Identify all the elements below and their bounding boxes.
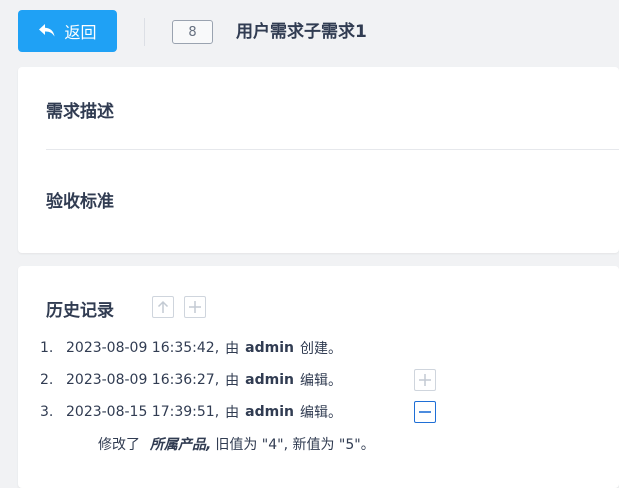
- entry-by: 由: [225, 373, 240, 389]
- history-entry: 2. 2023-08-09 16:36:27, 由 admin 编辑。: [40, 368, 436, 392]
- entry-actor: admin: [245, 372, 294, 388]
- story-id-badge: 8: [172, 20, 213, 44]
- back-arrow-icon: [38, 23, 56, 39]
- plus-icon: [418, 373, 432, 387]
- history-panel: 历史记录 1. 2023-08-09 16:35:42, 由 admin 创建。…: [18, 266, 619, 488]
- section-divider: [46, 149, 619, 150]
- collapse-entry-button[interactable]: [414, 401, 436, 423]
- acceptance-title: 验收标准: [46, 192, 114, 212]
- entry-actor: admin: [245, 340, 294, 356]
- story-title: 用户需求子需求1: [236, 22, 367, 42]
- change-field: 所属产品,: [150, 437, 212, 453]
- history-entry: 3. 2023-08-15 17:39:51, 由 admin 编辑。: [40, 400, 436, 424]
- expand-entry-button[interactable]: [414, 369, 436, 391]
- change-values: 旧值为 "4", 新值为 "5"。: [215, 437, 375, 453]
- description-title: 需求描述: [46, 102, 114, 122]
- entry-action: 创建。: [299, 341, 342, 357]
- entry-action: 编辑。: [299, 405, 342, 421]
- entry-actor: admin: [245, 404, 294, 420]
- description-panel: 需求描述 验收标准: [18, 67, 619, 253]
- entry-number: 3.: [40, 404, 54, 420]
- entry-by: 由: [225, 405, 240, 421]
- minus-icon: [418, 405, 432, 419]
- entry-number: 2.: [40, 372, 54, 388]
- plus-icon: [188, 300, 202, 314]
- entry-datetime: 2023-08-09 16:36:27,: [66, 372, 220, 388]
- back-button[interactable]: 返回: [18, 10, 117, 52]
- expand-all-button[interactable]: [184, 296, 206, 318]
- history-entry: 1. 2023-08-09 16:35:42, 由 admin 创建。: [40, 336, 342, 360]
- header-divider: [144, 18, 145, 46]
- arrow-up-icon: [156, 300, 170, 314]
- history-title: 历史记录: [46, 301, 114, 321]
- change-prefix: 修改了: [98, 437, 140, 453]
- reverse-order-button[interactable]: [152, 296, 174, 318]
- entry-number: 1.: [40, 340, 54, 356]
- entry-datetime: 2023-08-15 17:39:51,: [66, 404, 220, 420]
- entry-datetime: 2023-08-09 16:35:42,: [66, 340, 220, 356]
- change-detail: 修改了 所属产品, 旧值为 "4", 新值为 "5"。: [98, 432, 375, 456]
- back-button-label: 返回: [64, 23, 97, 42]
- entry-by: 由: [225, 341, 240, 357]
- entry-action: 编辑。: [299, 373, 342, 389]
- page-header: 返回 8 用户需求子需求1: [0, 0, 619, 64]
